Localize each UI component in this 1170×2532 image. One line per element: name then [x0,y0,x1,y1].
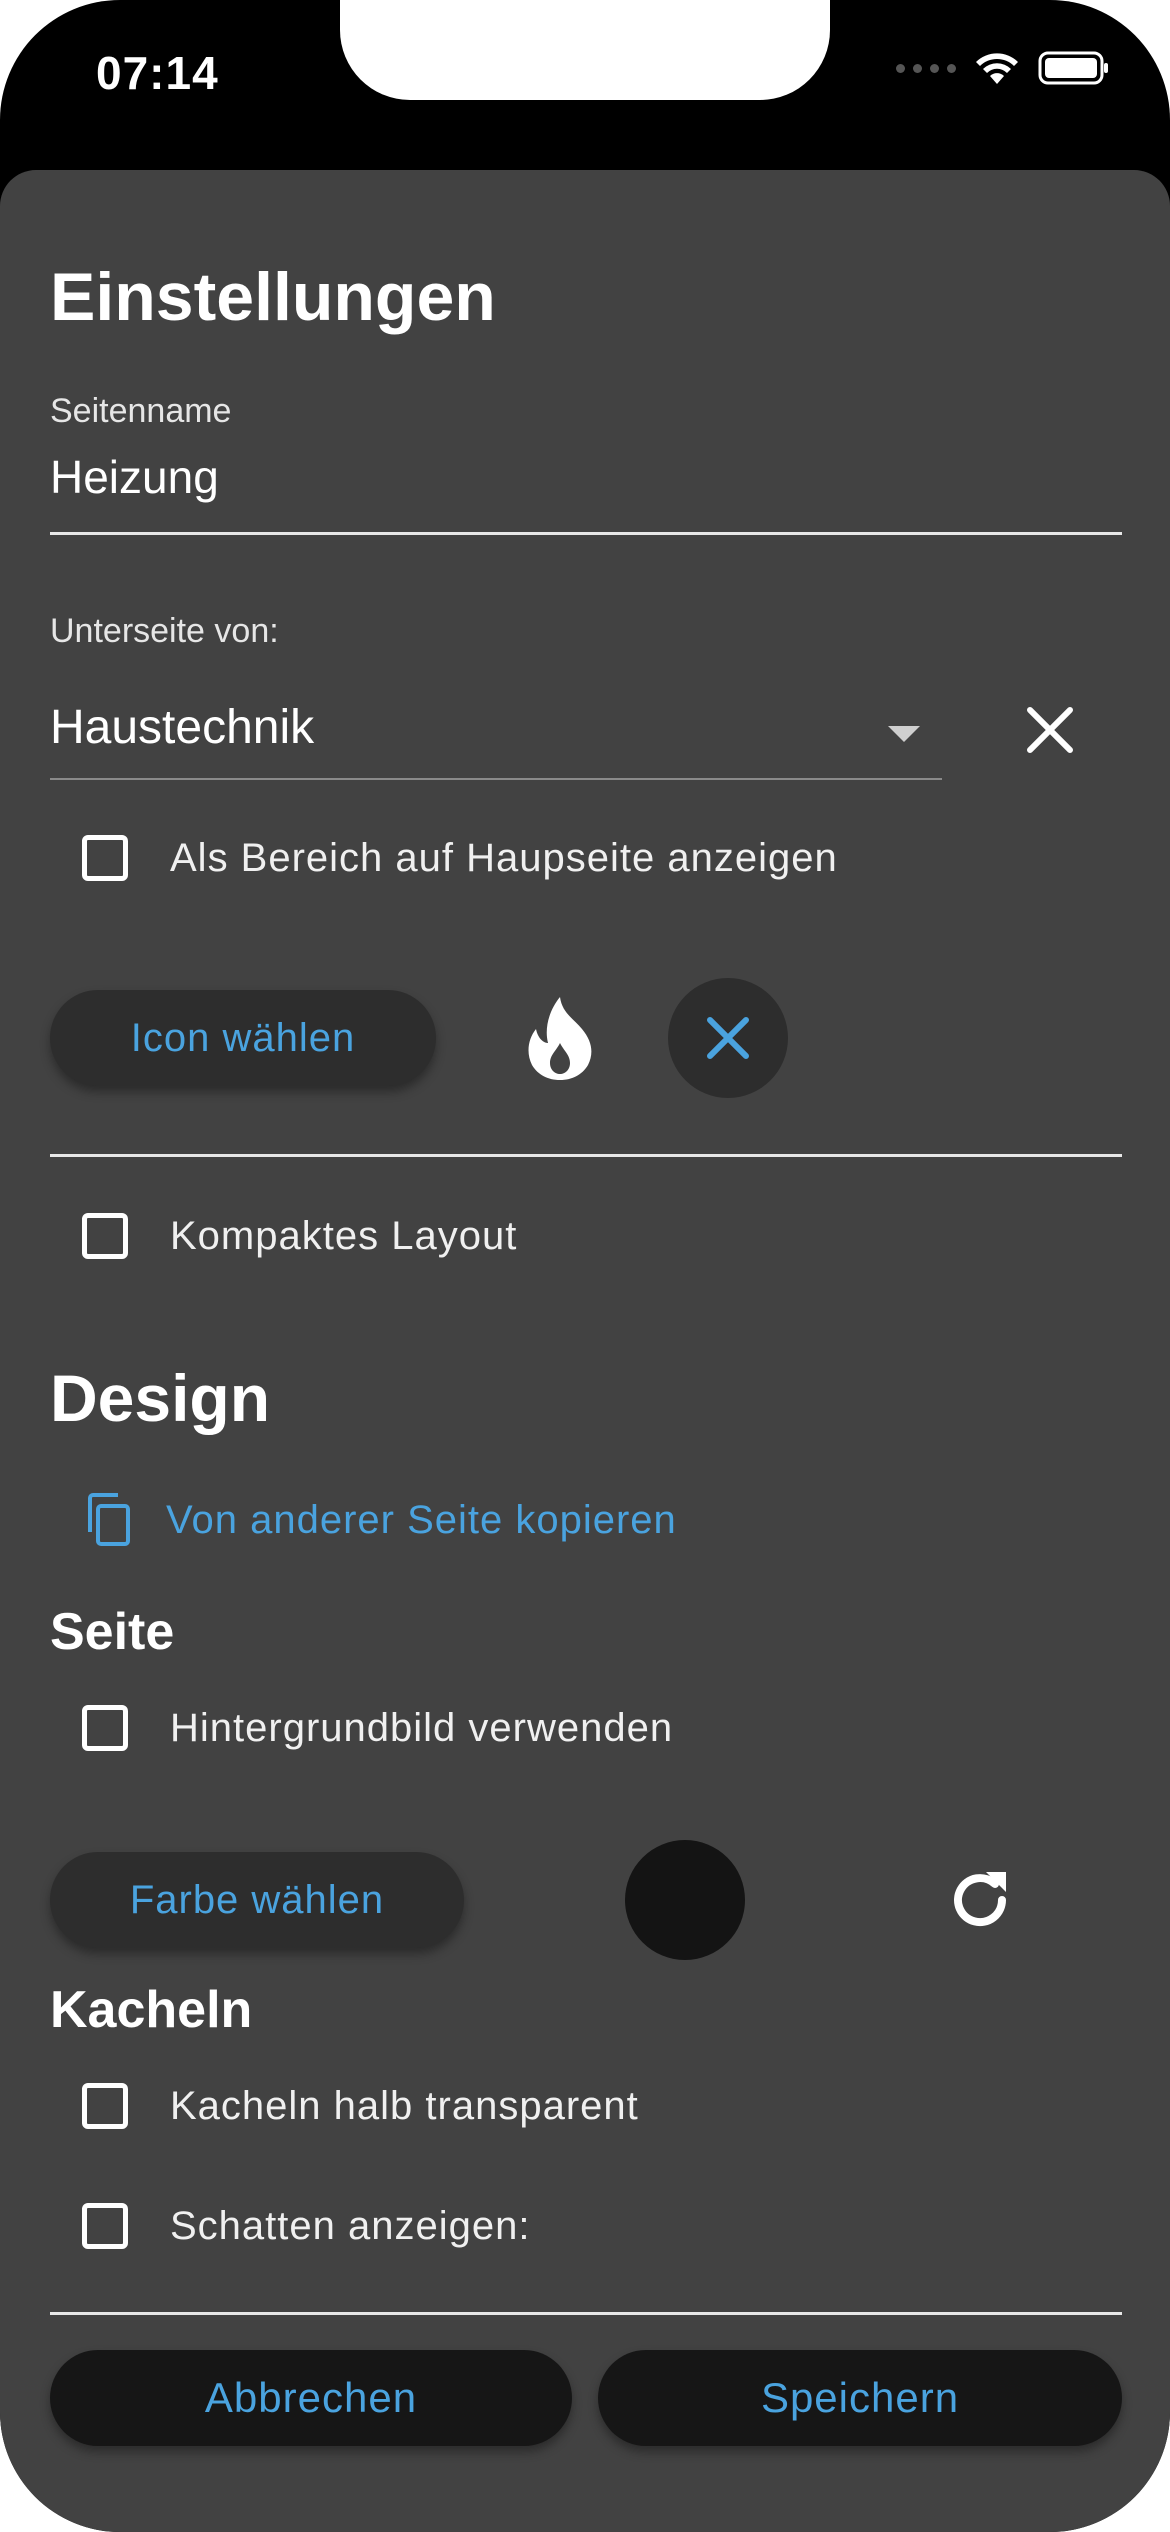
compact-layout-label: Kompaktes Layout [170,1213,518,1258]
parent-page-label: Unterseite von: [50,612,279,650]
refresh-icon [954,1872,1007,1927]
copy-icon [88,1493,130,1546]
status-bar: 07:14 [0,0,1170,150]
battery-icon [1038,51,1108,85]
settings-sheet: Einstellungen Seitenname Unterseite von:… [0,170,1170,2532]
design-heading: Design [50,1361,271,1435]
show-shadow-row[interactable]: Schatten anzeigen: [82,2203,530,2249]
compact-layout-row[interactable]: Kompaktes Layout [82,1213,517,1259]
parent-page-dropdown[interactable]: Haustechnik [50,690,940,780]
show-as-area-row[interactable]: Als Bereich auf Haupseite anzeigen [82,835,838,881]
page-name-input[interactable] [50,450,1120,504]
color-swatch[interactable] [625,1840,745,1960]
show-as-area-label: Als Bereich auf Haupseite anzeigen [170,835,838,880]
background-image-row[interactable]: Hintergrundbild verwenden [82,1705,673,1751]
show-as-area-checkbox[interactable] [82,835,128,881]
dropdown-arrow-icon [888,726,920,742]
parent-dropdown-underline [50,778,942,780]
cancel-button[interactable]: Abbrechen [50,2350,572,2446]
signal-icon [896,63,956,73]
parent-page-value: Haustechnik [50,701,315,754]
status-icons [896,50,1110,86]
choose-color-button[interactable]: Farbe wählen [50,1852,464,1948]
footer-divider [50,2312,1122,2315]
background-image-checkbox[interactable] [82,1705,128,1751]
copy-from-page-link[interactable]: Von anderer Seite kopieren [84,1492,677,1548]
copy-from-page-label: Von anderer Seite kopieren [166,1497,677,1542]
compact-layout-checkbox[interactable] [82,1213,128,1259]
page-title: Einstellungen [50,259,496,335]
icon-section-divider [50,1154,1122,1157]
page-name-label: Seitenname [50,392,232,430]
clear-parent-button[interactable] [1010,690,1090,770]
background-image-label: Hintergrundbild verwenden [170,1705,674,1750]
flame-icon [528,997,592,1080]
save-button[interactable]: Speichern [598,2350,1122,2446]
semi-transparent-checkbox[interactable] [82,2083,128,2129]
selected-icon-preview [520,990,600,1086]
show-shadow-checkbox[interactable] [82,2203,128,2249]
semi-transparent-label: Kacheln halb transparent [170,2083,639,2128]
semi-transparent-row[interactable]: Kacheln halb transparent [82,2083,639,2129]
close-icon [707,1017,749,1059]
close-icon [1027,707,1073,753]
status-time: 07:14 [96,47,219,99]
clear-icon-button[interactable] [668,978,788,1098]
page-name-underline [50,532,1122,535]
show-shadow-label: Schatten anzeigen: [170,2203,531,2248]
notch [340,0,830,100]
seite-heading: Seite [50,1603,175,1661]
reset-color-button[interactable] [940,1860,1020,1940]
phone-frame: 07:14 Einstellungen Seitenname Unterseit… [0,0,1170,2532]
kacheln-heading: Kacheln [50,1981,253,2039]
wifi-icon [976,53,1018,84]
choose-icon-button[interactable]: Icon wählen [50,990,436,1086]
